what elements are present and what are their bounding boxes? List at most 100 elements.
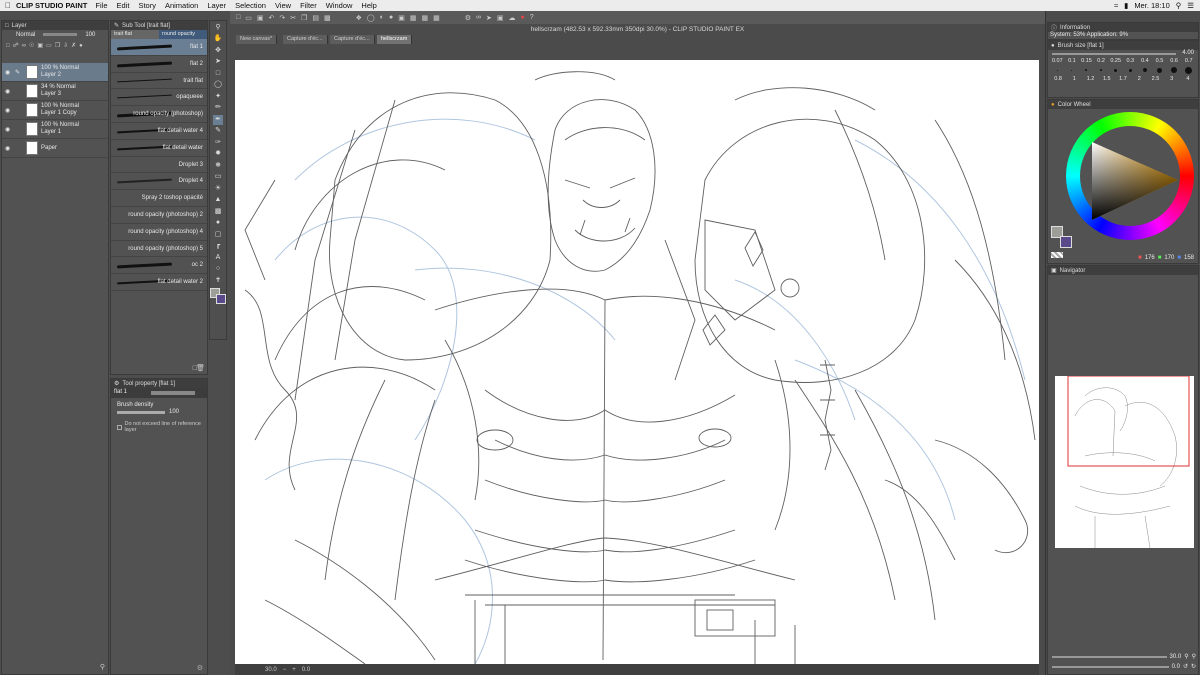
menu-help[interactable]: Help <box>361 1 376 10</box>
reference-icon[interactable]: ☉ <box>29 42 34 49</box>
invert-selection-icon[interactable]: ◐ <box>380 14 384 21</box>
cloud-icon[interactable]: ☁ <box>509 14 516 22</box>
size-dot[interactable] <box>1114 68 1118 72</box>
menu-selection[interactable]: Selection <box>235 1 266 10</box>
sub-color-box[interactable] <box>1060 236 1072 248</box>
eye-icon[interactable]: ◉ <box>5 126 10 133</box>
sub-color-swatch[interactable] <box>216 293 226 304</box>
subtool-tab-trait-flat[interactable]: trait flat <box>111 30 159 39</box>
clip-icon[interactable]: ∞ <box>22 43 26 49</box>
frame-tool-icon[interactable]: ▢ <box>213 230 223 240</box>
clear-icon[interactable]: ● <box>389 14 393 21</box>
layer-row[interactable]: ◉ 34 % Normal Layer 3 <box>2 82 108 101</box>
cut-icon[interactable]: ✂ <box>290 14 296 22</box>
brush-item[interactable]: Droplet 3 <box>111 157 207 174</box>
layer-row[interactable]: ◉ 100 % Normal Layer 1 Copy <box>2 101 108 120</box>
wifi-icon[interactable]: ≈ <box>1114 1 1118 10</box>
pen-tool-icon[interactable]: ✒ <box>213 114 223 125</box>
eraser-tool-icon[interactable]: ▭ <box>213 172 223 182</box>
transparent-color-box[interactable] <box>1051 252 1063 258</box>
correct-line-tool-icon[interactable]: ✝ <box>213 276 223 286</box>
wand-tool-icon[interactable]: ✦ <box>213 92 223 102</box>
menu-file[interactable]: File <box>95 1 107 10</box>
navigator-zoom-slider[interactable] <box>1052 655 1167 658</box>
tab-capture-2[interactable]: Capture d'éc... <box>330 35 375 44</box>
ruler-tool-icon[interactable]: ┏ <box>213 241 223 251</box>
brush-item[interactable]: flat detail water <box>111 140 207 157</box>
blend-mode-select[interactable]: Normal <box>16 32 35 38</box>
mask-icon[interactable]: ▣ <box>37 42 43 49</box>
rotate-left-icon[interactable]: ↺ <box>1183 663 1188 670</box>
ruler-icon[interactable]: ▦ <box>433 14 440 22</box>
rgb-b[interactable]: 158 <box>1184 255 1194 261</box>
brush-size-preset[interactable]: 0.3 <box>1123 58 1138 64</box>
status-angle[interactable]: 0.0 <box>302 667 310 673</box>
brush-size-preset[interactable]: 0.7 <box>1181 58 1196 64</box>
brush-size-preset[interactable]: 0.25 <box>1108 58 1123 64</box>
navigator-zoom-in-icon[interactable]: ⚲ <box>1184 653 1188 660</box>
zoom-tool-icon[interactable]: ⚲ <box>213 23 223 33</box>
eye-icon[interactable]: ◉ <box>5 145 10 152</box>
lasso-tool-icon[interactable]: ◯ <box>213 80 223 90</box>
eye-icon[interactable]: ◉ <box>5 88 10 95</box>
size-dot[interactable] <box>1100 69 1103 71</box>
blend-tool-icon[interactable]: ☀ <box>213 184 223 194</box>
menu-window[interactable]: Window <box>326 1 353 10</box>
zoom-in-icon[interactable]: + <box>292 667 296 673</box>
snap-icon[interactable]: ▦ <box>410 14 417 22</box>
object-tool-icon[interactable]: ➤ <box>213 57 223 67</box>
brush-size-preset[interactable]: 0.5 <box>1152 58 1167 64</box>
brush-item[interactable]: flat detail water 4 <box>111 123 207 140</box>
brush-item[interactable]: opaqueee <box>111 89 207 107</box>
settings-icon[interactable]: ⚙ <box>465 14 471 22</box>
navigator-zoom-out-icon[interactable]: ⚲ <box>1192 653 1196 660</box>
eyedropper-icon[interactable]: ✏ <box>213 103 223 113</box>
size-dot[interactable] <box>1142 68 1147 72</box>
menu-edit[interactable]: Edit <box>117 1 130 10</box>
zoom-fit-icon[interactable]: ⚲ <box>100 663 105 671</box>
transform-icon[interactable]: ❖ <box>356 14 362 22</box>
battery-icon[interactable]: ▮ <box>1124 1 1128 10</box>
brush-size-preset[interactable]: 0.6 <box>1167 58 1182 64</box>
layer-row[interactable]: ◉ Paper <box>2 139 108 158</box>
tab-capture-1[interactable]: Capture d'éc... <box>283 35 328 44</box>
fill-tool-icon[interactable]: ▲ <box>213 195 223 205</box>
open-icon[interactable]: ▭ <box>245 14 252 22</box>
merge-icon[interactable]: ⇩ <box>63 42 68 49</box>
search-icon[interactable]: ⚲ <box>1176 1 1182 10</box>
crop-icon[interactable]: ▣ <box>398 14 405 22</box>
pencil-tool-icon[interactable]: ✎ <box>213 126 223 136</box>
opacity-slider[interactable] <box>43 33 78 36</box>
eye-icon[interactable]: ◉ <box>5 107 10 114</box>
navigator-angle-slider[interactable] <box>1052 665 1169 668</box>
brush-size-preset[interactable]: 0.4 <box>1138 58 1153 64</box>
brush-size-preset[interactable]: 1.7 <box>1115 76 1131 82</box>
gradient-tool-icon[interactable]: ▩ <box>213 207 223 217</box>
settings-icon[interactable]: ⚙ <box>197 664 203 672</box>
eye-icon[interactable]: ◉ <box>5 69 10 76</box>
new-layer-icon[interactable]: □ <box>6 43 10 49</box>
brush-item[interactable]: flat 2 <box>111 56 207 73</box>
brush-size-preset[interactable]: 1 <box>1066 76 1082 82</box>
brush-item[interactable]: round opacity (photoshop) 5 <box>111 241 207 258</box>
help-icon[interactable]: ? <box>530 14 534 21</box>
brush-size-preset[interactable]: 0.2 <box>1094 58 1109 64</box>
lock-icon[interactable]: ☍ <box>13 42 19 49</box>
camera-icon[interactable]: ▣ <box>497 14 504 22</box>
brush-size-preset[interactable]: 0.07 <box>1050 58 1065 64</box>
menu-layer[interactable]: Layer <box>207 1 226 10</box>
delete-subtool-icon[interactable]: 🗑 <box>196 364 205 372</box>
size-dot[interactable] <box>1128 68 1132 72</box>
color-icon[interactable]: ● <box>521 14 525 21</box>
size-dot[interactable] <box>1071 69 1073 71</box>
rect-select-icon[interactable]: □ <box>213 69 223 79</box>
copy-icon[interactable]: ❐ <box>55 42 60 49</box>
menu-story[interactable]: Story <box>138 1 156 10</box>
brush-item[interactable]: flat 1 <box>111 39 207 56</box>
copy-icon[interactable]: ❐ <box>301 14 307 22</box>
reference-layer-checkbox[interactable] <box>117 424 122 430</box>
brush-density-slider[interactable] <box>117 410 165 414</box>
delete-layer-icon[interactable]: ✗ <box>71 42 76 49</box>
link-icon[interactable]: ∞ <box>476 14 481 21</box>
brush-size-slider[interactable] <box>1052 53 1176 55</box>
